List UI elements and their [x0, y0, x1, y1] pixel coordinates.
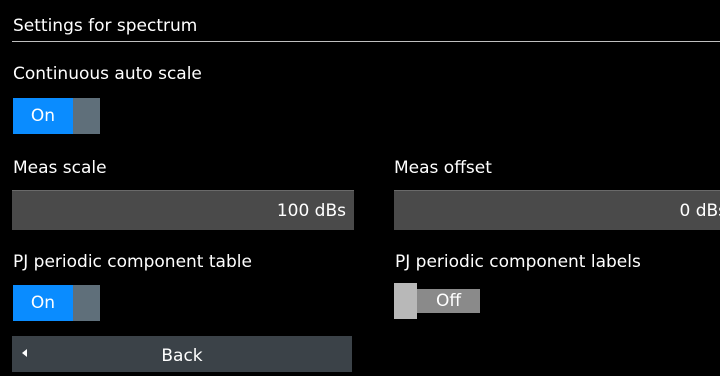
toggle-knob — [73, 98, 100, 134]
back-button[interactable]: Back — [12, 336, 352, 372]
toggle-knob — [394, 283, 417, 319]
title-divider — [12, 41, 720, 42]
meas-offset-input[interactable]: 0 dBs — [394, 190, 720, 230]
continuous-auto-scale-toggle[interactable]: On — [13, 98, 100, 134]
panel-title: Settings for spectrum — [13, 16, 198, 36]
meas-scale-input[interactable]: 100 dBs — [12, 190, 354, 230]
continuous-auto-scale-label: Continuous auto scale — [13, 64, 202, 84]
pj-labels-toggle[interactable]: Off — [394, 283, 480, 319]
pj-table-label: PJ periodic component table — [13, 252, 252, 272]
toggle-on-label: On — [13, 98, 73, 134]
toggle-off-label: Off — [417, 289, 480, 313]
toggle-on-label: On — [13, 285, 73, 321]
meas-offset-value: 0 dBs — [679, 201, 720, 221]
toggle-knob — [73, 285, 100, 321]
back-button-label: Back — [161, 346, 203, 366]
pj-labels-label: PJ periodic component labels — [395, 252, 641, 272]
pj-table-toggle[interactable]: On — [13, 285, 100, 321]
meas-offset-label: Meas offset — [394, 158, 492, 178]
meas-scale-label: Meas scale — [13, 158, 107, 178]
